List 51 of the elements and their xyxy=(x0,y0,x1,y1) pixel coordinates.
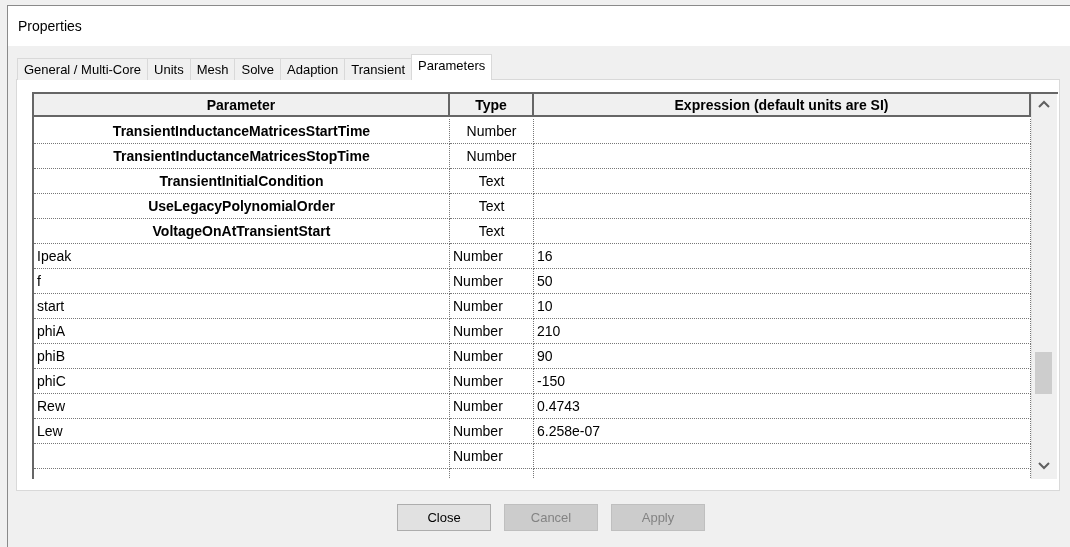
table-cell: Number xyxy=(450,394,534,419)
table-cell: Ipeak xyxy=(34,244,450,269)
table-cell: 90 xyxy=(534,344,1031,369)
tab[interactable]: Adaption xyxy=(280,58,346,80)
tab[interactable]: Solve xyxy=(234,58,281,80)
scroll-thumb[interactable] xyxy=(1035,352,1052,394)
scroll-down-icon[interactable] xyxy=(1038,462,1050,470)
table-cell: phiB xyxy=(34,344,450,369)
scrollbar[interactable] xyxy=(1031,94,1057,479)
tab[interactable]: Mesh xyxy=(189,58,236,80)
table-cell: 10 xyxy=(534,294,1031,319)
table-cell: Number xyxy=(450,419,534,444)
table-cell: Number xyxy=(450,244,534,269)
table-cell: Number xyxy=(450,269,534,294)
table-cell: 16 xyxy=(534,244,1031,269)
table-cell: f xyxy=(34,269,450,294)
table-cell: UseLegacyPolynomialOrder xyxy=(34,194,450,219)
table-cell: Number xyxy=(450,319,534,344)
table-cell: 210 xyxy=(534,319,1031,344)
table-cell: Text xyxy=(450,169,534,194)
table-cell: Number xyxy=(450,294,534,319)
table-cell: 50 xyxy=(534,269,1031,294)
scroll-up-icon[interactable] xyxy=(1038,100,1050,108)
column-header[interactable]: Type xyxy=(450,94,534,117)
table-cell: Number xyxy=(450,144,534,169)
table-cell: Text xyxy=(450,219,534,244)
table-cell: TransientInitialCondition xyxy=(34,169,450,194)
dialog-button[interactable]: Close xyxy=(397,504,491,531)
table-cell: 0.4743 xyxy=(534,394,1031,419)
tab[interactable]: Units xyxy=(147,58,191,80)
column-header[interactable]: Parameter xyxy=(34,94,450,117)
window-title: Properties xyxy=(18,18,82,34)
table-cell: Number xyxy=(450,369,534,394)
table-cell: VoltageOnAtTransientStart xyxy=(34,219,450,244)
table-cell: TransientInductanceMatricesStopTime xyxy=(34,144,450,169)
table-cell: Number xyxy=(450,344,534,369)
table-cell: Text xyxy=(450,194,534,219)
table-cell: phiC xyxy=(34,369,450,394)
column-header[interactable]: Expression (default units are SI) xyxy=(534,94,1031,117)
tab[interactable]: Transient xyxy=(344,58,413,80)
table-cell: -150 xyxy=(534,369,1031,394)
table-cell: Lew xyxy=(34,419,450,444)
tab[interactable]: General / Multi-Core xyxy=(17,58,149,80)
tab[interactable]: Parameters xyxy=(411,54,493,80)
table-cell: phiA xyxy=(34,319,450,344)
table-cell: TransientInductanceMatricesStartTime xyxy=(34,119,450,144)
table-cell: Number xyxy=(450,119,534,144)
table-cell: Number xyxy=(450,444,534,469)
table-cell: 6.258e-07 xyxy=(534,419,1031,444)
table-cell: start xyxy=(34,294,450,319)
table-cell: Rew xyxy=(34,394,450,419)
